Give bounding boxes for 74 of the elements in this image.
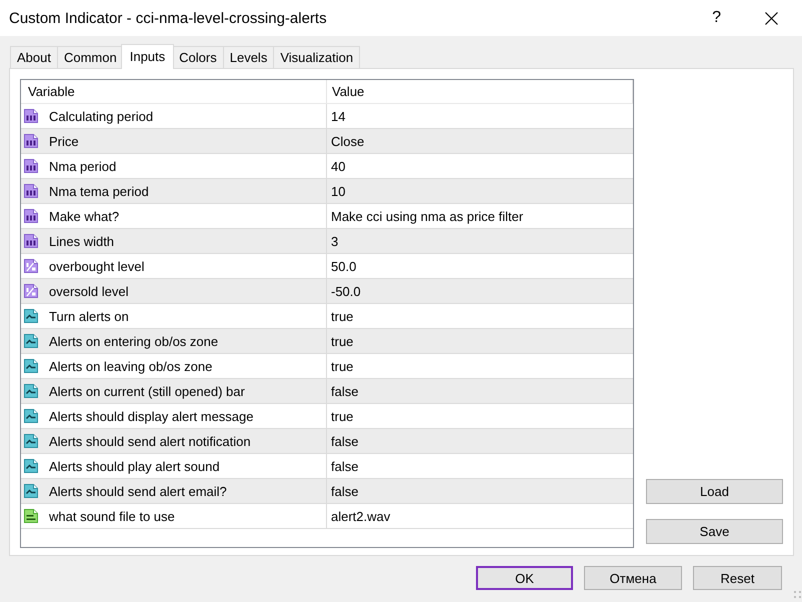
tab[interactable]: About <box>10 46 58 68</box>
value-cell[interactable]: true <box>327 404 633 428</box>
bars-tile-icon <box>23 158 39 174</box>
value-cell[interactable]: Make cci using nma as price filter <box>327 204 633 228</box>
table-row[interactable]: Alerts on current (still opened) bar false <box>21 379 633 404</box>
variable-name: Price <box>49 134 79 148</box>
side-button[interactable]: Load <box>646 479 783 504</box>
bars-tile-icon <box>23 183 39 199</box>
table-row[interactable]: oversold level -50.0 <box>21 279 633 304</box>
fraction-tile-icon <box>23 258 39 274</box>
value-cell[interactable]: true <box>327 304 633 328</box>
value-cell[interactable]: 3 <box>327 229 633 253</box>
value-cell[interactable]: 40 <box>327 154 633 178</box>
value-cell[interactable]: 10 <box>327 179 633 203</box>
value-cell[interactable]: 14 <box>327 104 633 128</box>
zigzag-tile-icon <box>23 458 39 474</box>
zigzag-tile-icon <box>23 483 39 499</box>
dialog-button[interactable]: Reset <box>693 566 782 590</box>
variable-name: Alerts should send alert email? <box>49 484 227 498</box>
bars-tile-icon <box>23 233 39 249</box>
resize-grip-icon[interactable] <box>794 591 801 598</box>
fraction-tile-icon <box>23 283 39 299</box>
variable-name: Nma tema period <box>49 184 149 198</box>
dialog-button[interactable]: Отмена <box>584 566 682 590</box>
text-lines-tile-icon <box>23 508 39 524</box>
variable-name: Nma period <box>49 158 116 174</box>
table-row[interactable]: what sound file to use alert2.wav <box>21 504 633 529</box>
table-row[interactable]: Alerts should send alert notification false <box>21 429 633 454</box>
value-cell[interactable]: alert2.wav <box>327 504 633 528</box>
column-header: Variable <box>21 80 327 103</box>
window-title: Custom Indicator - cci-nma-level-crossing-alerts <box>9 10 328 26</box>
side-button[interactable]: Save <box>646 519 783 544</box>
zigzag-tile-icon <box>23 333 39 349</box>
variable-name: Lines width <box>49 234 114 248</box>
table-row[interactable]: Nma tema period 10 <box>21 179 633 204</box>
value-cell[interactable]: false <box>327 429 633 453</box>
zigzag-tile-icon <box>23 433 39 449</box>
value-cell[interactable]: false <box>327 454 633 478</box>
column-header: Value <box>327 80 633 103</box>
tab[interactable]: Inputs <box>120 44 174 69</box>
table-row[interactable]: Alerts should send alert email? false <box>21 479 633 504</box>
value-cell[interactable]: false <box>327 479 633 503</box>
bars-tile-icon <box>23 108 39 124</box>
table-row[interactable]: Alerts on entering ob/os zone true <box>21 329 633 354</box>
dialog-button[interactable]: OK <box>476 566 573 590</box>
variable-name: what sound file to use <box>49 508 175 524</box>
value-cell[interactable]: 50.0 <box>327 254 633 278</box>
value-cell[interactable]: Close <box>327 129 633 153</box>
variable-name: Alerts on entering ob/os zone <box>49 334 218 348</box>
variable-name: overbought level <box>49 258 144 274</box>
bars-tile-icon <box>23 208 39 224</box>
variable-name: oversold level <box>49 284 128 298</box>
variable-name: Alerts should display alert message <box>49 408 254 424</box>
zigzag-tile-icon <box>23 308 39 324</box>
zigzag-tile-icon <box>23 383 39 399</box>
variable-name: Alerts on leaving ob/os zone <box>49 358 212 374</box>
variable-name: Calculating period <box>49 108 154 124</box>
help-button[interactable]: ? <box>712 9 721 27</box>
table-row[interactable]: Price Close <box>21 129 633 154</box>
variable-name: Alerts should play alert sound <box>49 458 220 474</box>
value-cell[interactable]: false <box>327 379 633 403</box>
table-row[interactable]: Lines width 3 <box>21 229 633 254</box>
tab[interactable]: Visualization <box>273 46 360 68</box>
variable-name: Alerts on current (still opened) bar <box>49 384 245 398</box>
close-icon[interactable] <box>765 12 778 24</box>
variable-name: Make what? <box>49 208 120 224</box>
variable-name: Turn alerts on <box>49 308 129 324</box>
value-cell[interactable]: true <box>327 354 633 378</box>
value-cell[interactable]: true <box>327 329 633 353</box>
bars-tile-icon <box>23 133 39 149</box>
zigzag-tile-icon <box>23 408 39 424</box>
value-cell[interactable]: -50.0 <box>327 279 633 303</box>
variable-name: Alerts should send alert notification <box>49 434 251 448</box>
zigzag-tile-icon <box>23 358 39 374</box>
